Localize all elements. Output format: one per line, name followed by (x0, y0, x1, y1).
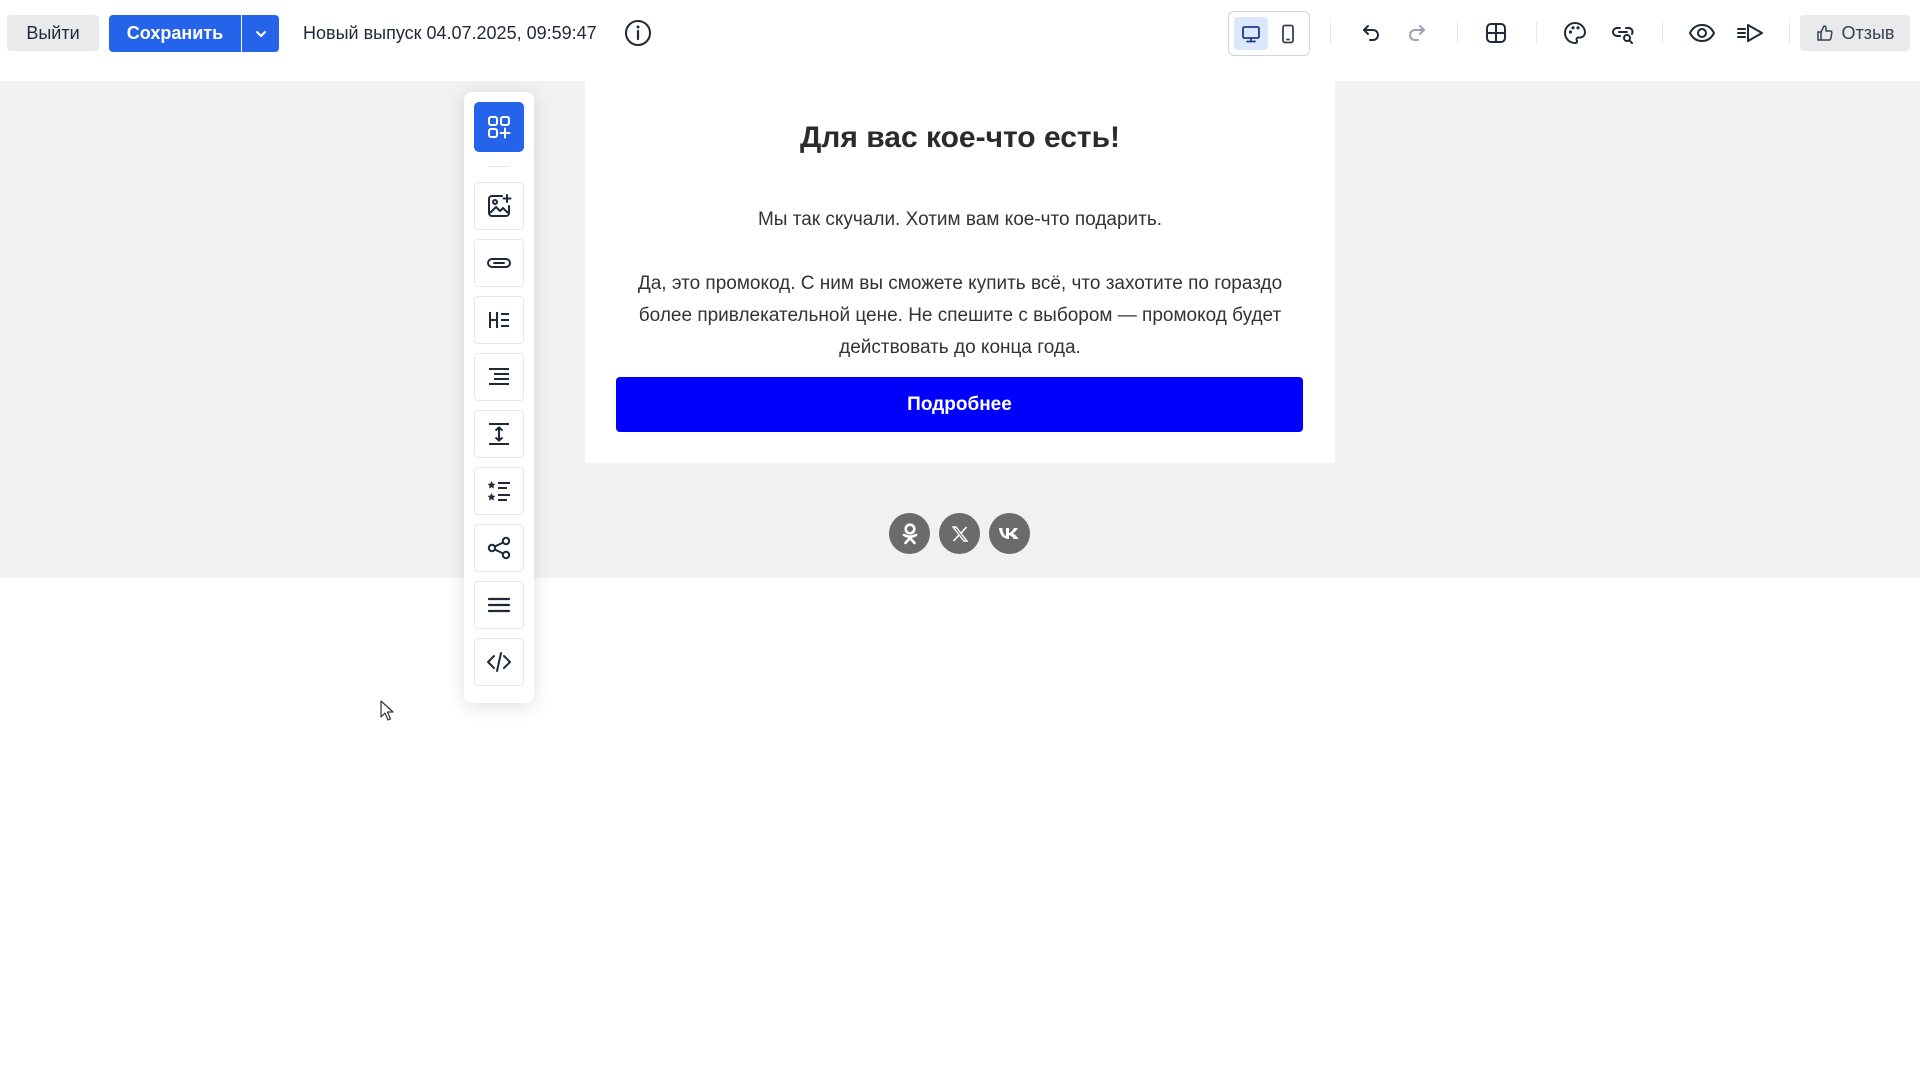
top-toolbar: Выйти Сохранить Новый выпуск 04.07.2025,… (0, 0, 1920, 81)
text-icon (485, 363, 513, 391)
toolbar-divider (1330, 22, 1331, 44)
email-lead-text[interactable]: Мы так скучали. Хотим вам кое-что подари… (585, 209, 1335, 231)
heading-icon (485, 306, 513, 334)
toolbar-divider (1457, 22, 1458, 44)
feedback-button[interactable]: Отзыв (1800, 15, 1910, 51)
palette-icon[interactable] (1560, 18, 1590, 48)
preview-eye-icon[interactable] (1687, 18, 1717, 48)
thumbs-up-icon (1816, 24, 1834, 42)
add-block-button[interactable] (474, 102, 524, 152)
add-block-icon (485, 113, 513, 141)
save-options-button[interactable] (242, 15, 279, 52)
code-icon (485, 648, 513, 676)
menu-block-button[interactable] (474, 581, 524, 629)
image-block-button[interactable] (474, 182, 524, 230)
grid-icon[interactable] (1481, 18, 1511, 48)
list-icon (485, 477, 513, 505)
palette-divider (488, 166, 510, 167)
email-cta-button[interactable]: Подробнее (616, 377, 1303, 432)
image-icon (485, 192, 513, 220)
mouse-cursor-icon (380, 700, 396, 722)
link-search-icon[interactable] (1608, 18, 1638, 48)
button-icon (485, 249, 513, 277)
undo-icon[interactable] (1356, 18, 1386, 48)
list-block-button[interactable] (474, 467, 524, 515)
mobile-view-button[interactable] (1271, 17, 1305, 50)
toolbar-divider (1536, 22, 1537, 44)
email-content-block[interactable]: Для вас кое-что есть! Мы так скучали. Хо… (585, 81, 1335, 463)
redo-icon[interactable] (1402, 18, 1432, 48)
toolbar-divider (1789, 22, 1790, 44)
spacer-block-button[interactable] (474, 410, 524, 458)
exit-button[interactable]: Выйти (7, 15, 99, 51)
menu-icon (485, 591, 513, 619)
code-block-button[interactable] (474, 638, 524, 686)
email-heading[interactable]: Для вас кое-что есть! (585, 121, 1335, 155)
chevron-down-icon (254, 27, 268, 41)
send-test-icon[interactable] (1735, 18, 1765, 48)
social-links (889, 513, 1030, 554)
desktop-icon (1240, 23, 1262, 45)
mobile-icon (1277, 23, 1299, 45)
toolbar-divider (1662, 22, 1663, 44)
heading-block-button[interactable] (474, 296, 524, 344)
button-block-button[interactable] (474, 239, 524, 287)
share-icon (485, 534, 513, 562)
desktop-view-button[interactable] (1234, 17, 1268, 50)
vk-icon[interactable] (989, 513, 1030, 554)
feedback-label: Отзыв (1841, 22, 1895, 43)
spacer-icon (485, 420, 513, 448)
device-toggle (1228, 11, 1310, 56)
x-icon[interactable] (939, 513, 980, 554)
release-title: Новый выпуск 04.07.2025, 09:59:47 (303, 23, 597, 43)
save-button[interactable]: Сохранить (109, 15, 241, 52)
ok-icon[interactable] (889, 513, 930, 554)
text-block-button[interactable] (474, 353, 524, 401)
blocks-palette (464, 92, 534, 703)
share-block-button[interactable] (474, 524, 524, 572)
info-icon[interactable] (623, 18, 653, 48)
email-body-text[interactable]: Да, это промокод. С ним вы сможете купит… (615, 268, 1305, 364)
